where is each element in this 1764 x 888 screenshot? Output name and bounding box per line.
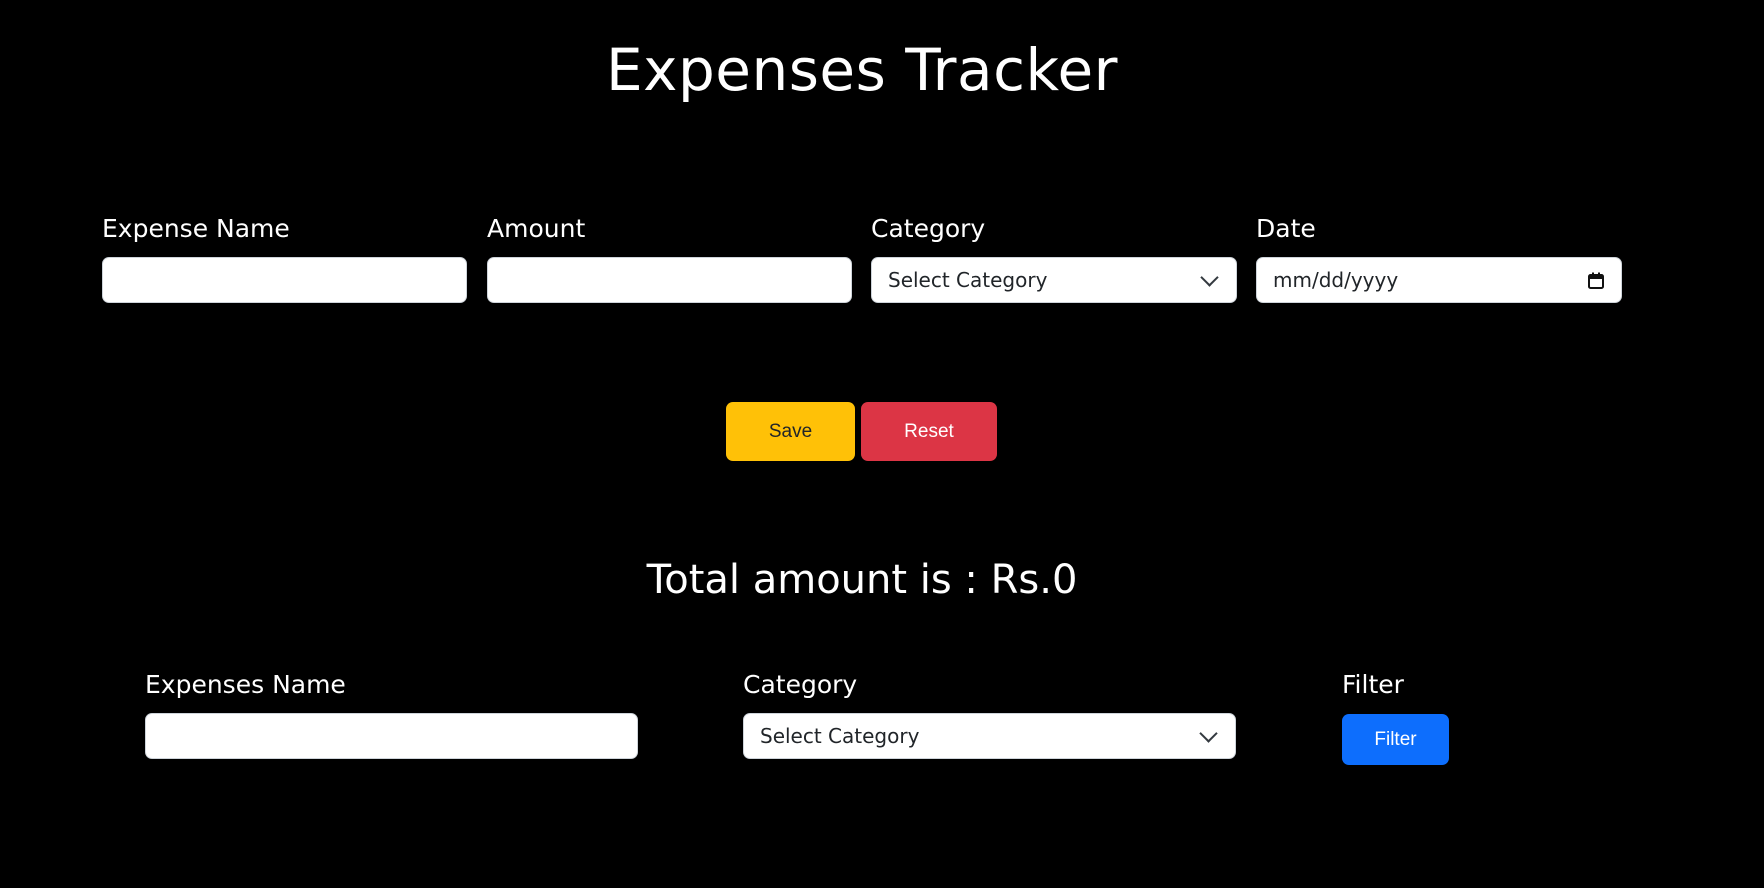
filter-expenses-name-input[interactable] — [145, 713, 638, 759]
amount-field-group: Amount — [487, 212, 852, 303]
amount-label: Amount — [487, 214, 586, 243]
category-select-value: Select Category — [888, 268, 1048, 292]
filter-expenses-name-label: Expenses Name — [145, 670, 346, 699]
page-title: Expenses Tracker — [605, 36, 1119, 104]
filter-expenses-name-group: Expenses Name — [145, 668, 638, 759]
filter-category-label: Category — [743, 670, 858, 699]
amount-input[interactable] — [487, 257, 852, 303]
filter-category-select-value: Select Category — [760, 724, 920, 748]
filter-category-select[interactable]: Select Category — [743, 713, 1236, 759]
total-amount: Total amount is : Rs.0 — [646, 557, 1078, 603]
category-label: Category — [871, 214, 986, 243]
expense-name-label: Expense Name — [102, 214, 290, 243]
expense-name-field-group: Expense Name — [102, 212, 467, 303]
filter-action-group: Filter Filter — [1342, 668, 1449, 765]
chevron-down-icon — [1199, 723, 1218, 743]
date-placeholder: mm/dd/yyyy — [1273, 268, 1399, 292]
calendar-icon[interactable] — [1587, 271, 1605, 289]
category-field-group: Category Select Category — [871, 212, 1237, 303]
date-field-group: Date mm/dd/yyyy — [1256, 212, 1622, 303]
page: Expenses Tracker Expense Name Amount Cat… — [0, 0, 1764, 888]
date-input[interactable]: mm/dd/yyyy — [1256, 257, 1622, 303]
save-button[interactable]: Save — [726, 402, 855, 461]
chevron-down-icon — [1200, 267, 1219, 287]
category-select[interactable]: Select Category — [871, 257, 1237, 303]
filter-label: Filter — [1342, 670, 1404, 699]
expense-name-input[interactable] — [102, 257, 467, 303]
filter-category-group: Category Select Category — [743, 668, 1236, 759]
filter-button[interactable]: Filter — [1342, 714, 1449, 765]
date-label: Date — [1256, 214, 1316, 243]
reset-button[interactable]: Reset — [861, 402, 997, 461]
